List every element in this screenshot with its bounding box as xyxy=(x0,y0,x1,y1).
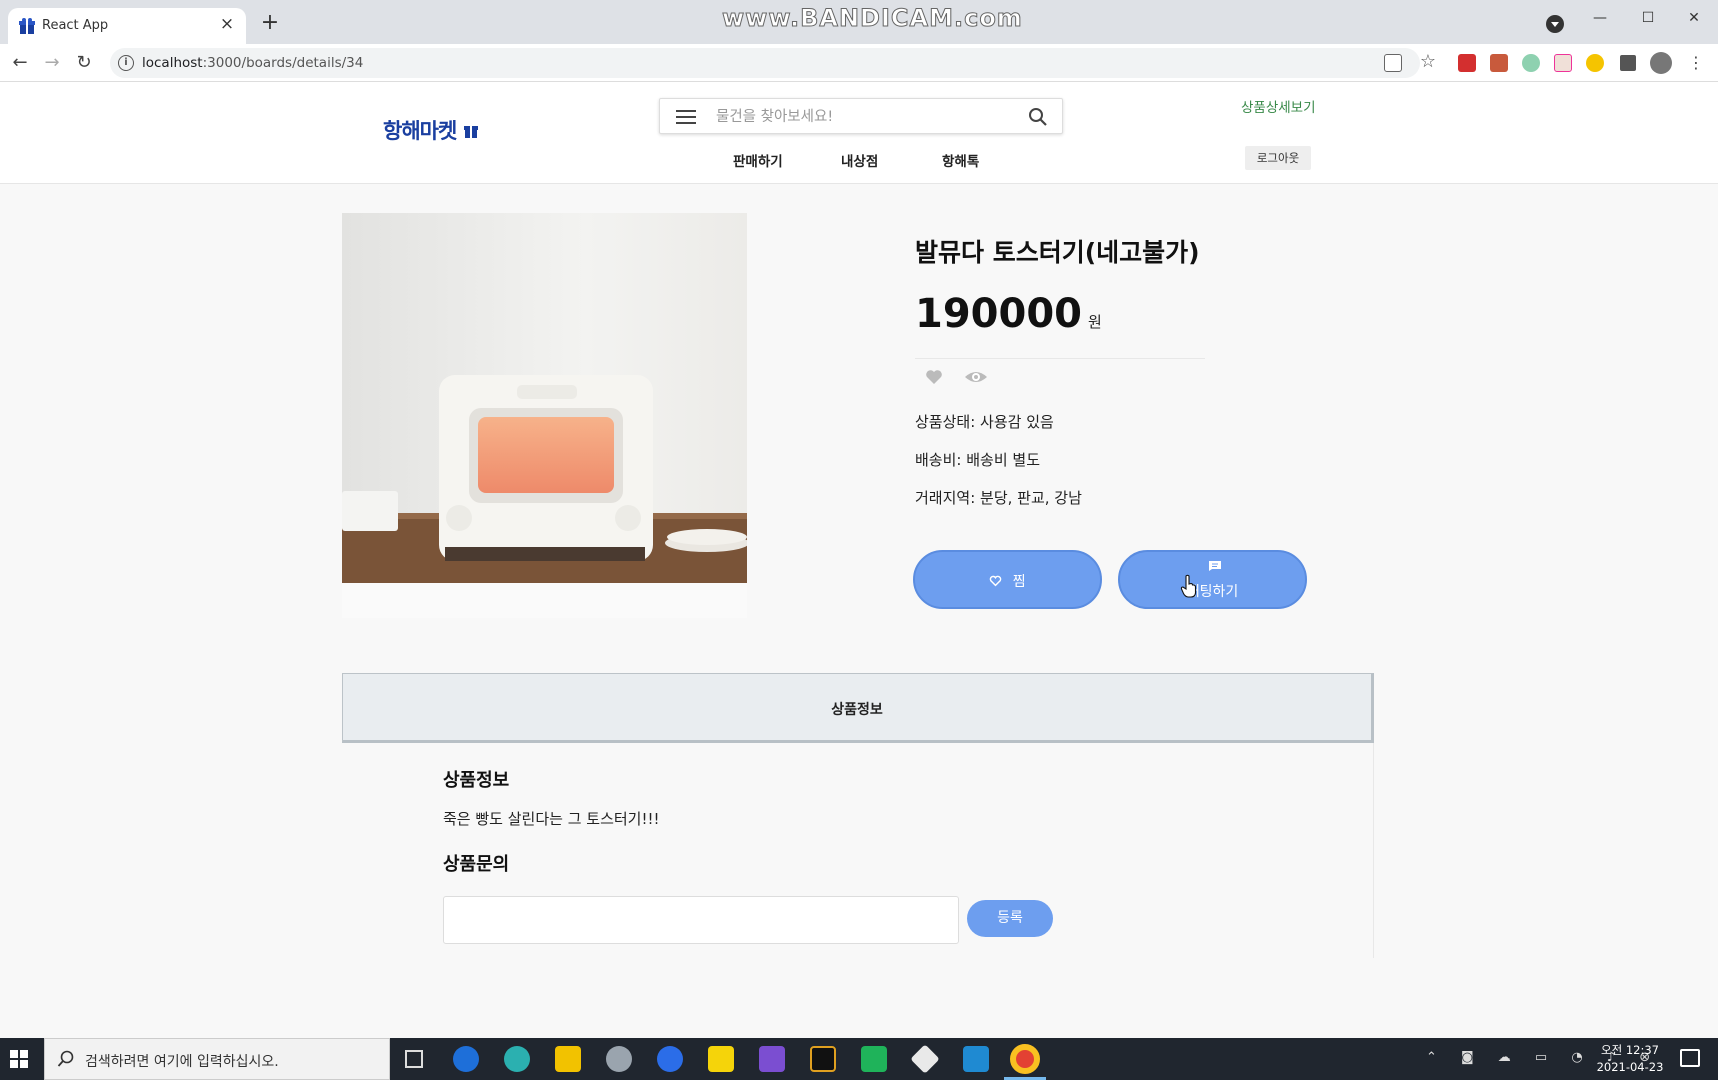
hamburger-menu-icon[interactable] xyxy=(676,110,696,124)
address-bar[interactable]: i localhost:3000/boards/details/34 xyxy=(110,48,1420,78)
search-bar xyxy=(659,98,1063,134)
extension-icon[interactable] xyxy=(1490,54,1508,72)
reload-icon[interactable]: ↻ xyxy=(72,51,96,75)
taskbar: 검색하려면 여기에 입력하십시오. ⌃ ◙ ☁ ▭ ◔ ♪ ⊗ 오전 12:37… xyxy=(0,1038,1718,1080)
tab-product-info[interactable]: 상품정보 xyxy=(342,673,1374,743)
divider xyxy=(915,358,1205,359)
price-value: 190000 xyxy=(915,291,1082,337)
heart-icon xyxy=(926,370,942,384)
inquiry-heading: 상품문의 xyxy=(443,854,510,875)
search-icon[interactable] xyxy=(1028,107,1048,127)
nav-sell[interactable]: 판매하기 xyxy=(733,150,783,170)
product-detail-link[interactable]: 상품상세보기 xyxy=(1241,96,1316,116)
product-condition: 상품상태: 사용감 있음 xyxy=(915,413,1054,431)
info-heading: 상품정보 xyxy=(443,770,510,791)
logo-gift-icon xyxy=(463,126,478,138)
taskbar-search[interactable]: 검색하려면 여기에 입력하십시오. xyxy=(44,1038,390,1080)
like-button[interactable]: 찜 xyxy=(913,550,1102,609)
nav-my-store[interactable]: 내상점 xyxy=(841,150,878,170)
vscode-icon[interactable] xyxy=(963,1046,989,1072)
tab-product-info-label: 상품정보 xyxy=(831,702,883,718)
browser-toolbar: ← → ↻ i localhost:3000/boards/details/34… xyxy=(0,44,1718,82)
site-info-icon[interactable]: i xyxy=(118,55,134,71)
search-icon xyxy=(57,1050,74,1067)
minimize-icon[interactable]: — xyxy=(1580,4,1620,32)
profile-avatar-icon[interactable] xyxy=(1650,52,1672,74)
back-icon[interactable]: ← xyxy=(8,51,32,75)
teamviewer-icon[interactable] xyxy=(657,1046,683,1072)
clock-date: 2021-04-23 xyxy=(1596,1060,1664,1074)
product-description: 죽은 빵도 살린다는 그 토스터기!!! xyxy=(443,810,660,828)
product-region: 거래지역: 분당, 판교, 강남 xyxy=(915,489,1082,507)
intellij-icon[interactable] xyxy=(810,1046,836,1072)
eye-icon xyxy=(965,372,987,382)
new-tab-button[interactable]: + xyxy=(258,12,282,36)
bookmark-star-icon[interactable]: ☆ xyxy=(1418,52,1438,72)
task-view-icon[interactable] xyxy=(405,1050,423,1068)
tab-title: React App xyxy=(42,18,109,33)
tab-search-icon[interactable] xyxy=(1546,15,1564,33)
pycharm-icon[interactable] xyxy=(861,1046,887,1072)
extension-icon[interactable] xyxy=(1586,54,1604,72)
site-header: 항해마켓 판매하기 내상점 항해톡 상품상세보기 로그아웃 xyxy=(0,82,1718,184)
browser-tabstrip: React App × + www.BANDICAM.com — ☐ ✕ xyxy=(0,0,1718,44)
calendar-extension-icon[interactable] xyxy=(1554,54,1572,72)
close-window-icon[interactable]: ✕ xyxy=(1674,4,1714,32)
extension-icon[interactable] xyxy=(1522,54,1540,72)
chat-button[interactable]: 채팅하기 xyxy=(1118,550,1307,609)
chat-button-label: 채팅하기 xyxy=(1186,584,1239,600)
internet-explorer-icon[interactable] xyxy=(453,1046,479,1072)
pdf-extension-icon[interactable] xyxy=(1458,54,1476,72)
extensions-puzzle-icon[interactable] xyxy=(1620,55,1636,71)
browser-tab[interactable]: React App × xyxy=(8,8,246,44)
visual-studio-icon[interactable] xyxy=(759,1046,785,1072)
kakaotalk-icon[interactable] xyxy=(708,1046,734,1072)
inquiry-input[interactable] xyxy=(443,896,959,944)
maximize-icon[interactable]: ☐ xyxy=(1628,4,1668,32)
nav-chat[interactable]: 항해톡 xyxy=(942,150,979,170)
edge-icon[interactable] xyxy=(504,1046,530,1072)
search-input[interactable] xyxy=(716,105,1016,129)
submit-inquiry-button[interactable]: 등록 xyxy=(967,900,1053,937)
site-logo[interactable]: 항해마켓 xyxy=(383,115,479,145)
forward-icon[interactable]: → xyxy=(40,51,64,75)
clock-time: 오전 12:37 xyxy=(1601,1043,1659,1057)
chat-bubble-icon xyxy=(1209,561,1221,571)
taskbar-search-text: 검색하려면 여기에 입력하십시오. xyxy=(85,1054,279,1070)
browser-menu-icon[interactable]: ⋮ xyxy=(1684,51,1708,75)
translate-icon[interactable] xyxy=(1384,54,1402,72)
price: 190000 원 xyxy=(915,291,1102,337)
hand-cursor-icon xyxy=(1180,574,1197,598)
chrome-icon[interactable] xyxy=(1010,1044,1040,1074)
product-shipping: 배송비: 배송비 별도 xyxy=(915,451,1040,469)
price-unit: 원 xyxy=(1088,313,1102,331)
gift-icon xyxy=(19,18,35,34)
app-icon[interactable] xyxy=(606,1046,632,1072)
logout-button[interactable]: 로그아웃 xyxy=(1245,146,1311,170)
windows-start-icon[interactable] xyxy=(10,1050,28,1068)
clock[interactable]: 오전 12:37 2021-04-23 xyxy=(1590,1042,1670,1076)
file-explorer-icon[interactable] xyxy=(555,1046,581,1072)
url-text[interactable]: localhost:3000/boards/details/34 xyxy=(142,55,363,71)
heart-outline-icon xyxy=(990,575,1002,587)
toaster-illustration xyxy=(342,213,747,618)
like-button-label: 찜 xyxy=(1012,574,1026,590)
tab-close-icon[interactable]: × xyxy=(216,13,238,35)
product-image xyxy=(342,213,747,618)
git-icon[interactable] xyxy=(910,1044,940,1074)
notification-icon[interactable] xyxy=(1680,1049,1700,1067)
recorder-watermark: www.BANDICAM.com xyxy=(722,4,1023,33)
product-title: 발뮤다 토스터기(네고불가) xyxy=(915,238,1200,267)
